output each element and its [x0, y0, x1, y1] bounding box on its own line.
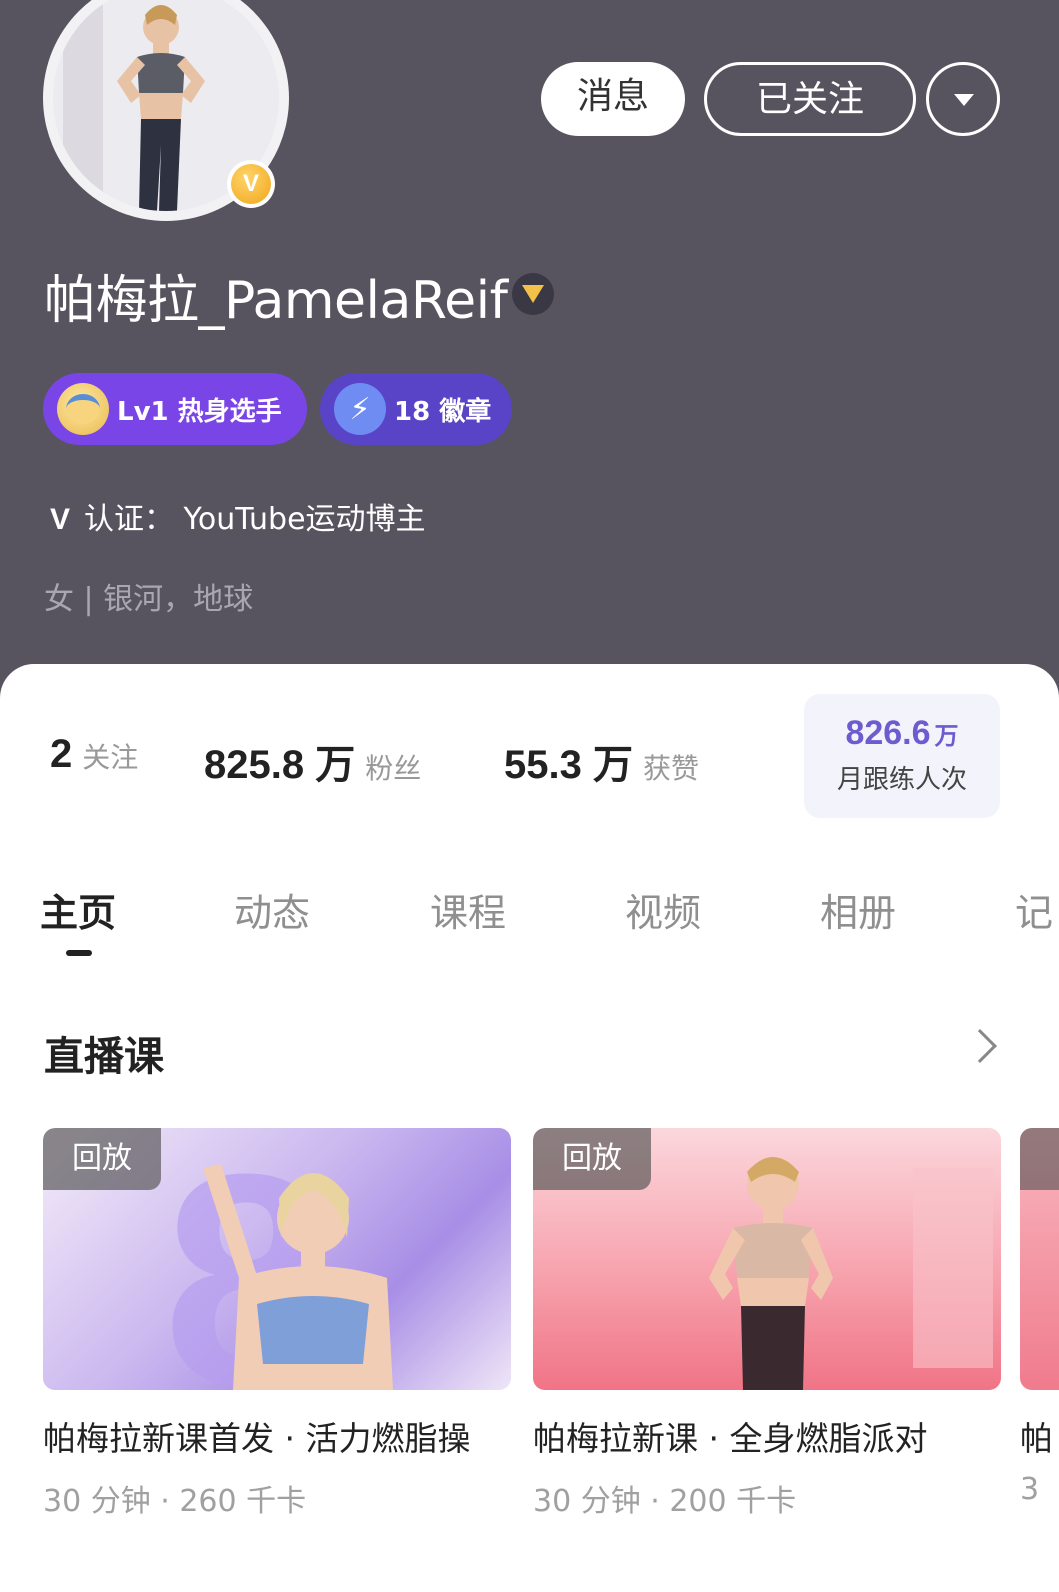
followers-label: 粉丝: [365, 752, 422, 785]
tab-home[interactable]: 主页: [40, 882, 116, 937]
live-class-card-peek[interactable]: [1020, 1128, 1059, 1390]
profile-content: 2 关注 825.8 万粉丝 55.3 万获赞 826.6 万 月跟练人次 主页 动…: [0, 664, 1059, 1592]
live-class-card[interactable]: 回放 帕梅拉新课 · 全身燃脂派对 30 分钟 · 200 千卡: [533, 1128, 1001, 1520]
card-thumbnail: 回放: [533, 1128, 1001, 1390]
following-label: 关注: [82, 741, 139, 774]
likes-stat[interactable]: 55.3 万获赞: [504, 732, 699, 790]
profile-tabs: 主页 动态 课程 视频 相册 记: [0, 882, 1059, 962]
likes-count: 55.3 万: [504, 743, 633, 787]
followers-stat[interactable]: 825.8 万粉丝: [204, 732, 421, 790]
tab-album[interactable]: 相册: [820, 882, 896, 937]
message-button[interactable]: 消息: [541, 62, 685, 136]
badges-pill-label: 18 徽章: [394, 396, 492, 427]
profile-header: V 消息 已关注 帕梅拉_PamelaReif Lv1 热身选手 ⚡ 18 徽章…: [0, 0, 1059, 700]
peek-card-title: 帕: [1020, 1419, 1053, 1458]
tab-videos[interactable]: 视频: [625, 882, 701, 937]
active-tab-indicator: [66, 950, 92, 956]
monthly-trainees-label: 月跟练人次: [836, 765, 967, 795]
replay-tag: 回放: [43, 1128, 161, 1190]
rank-badge-icon[interactable]: [512, 273, 554, 315]
lightning-icon: ⚡: [334, 383, 386, 435]
card-meta: 30 分钟 · 200 千卡: [533, 1484, 797, 1519]
tab-moments[interactable]: 动态: [234, 882, 310, 937]
level-pill-label: Lv1 热身选手: [117, 396, 282, 427]
certification-text: 认证： YouTube运动博主: [84, 502, 426, 537]
badges-pill[interactable]: ⚡ 18 徽章: [320, 373, 512, 445]
monthly-trainees-count: 826.6 万: [845, 714, 959, 752]
card-thumbnail: 8 回放: [43, 1128, 511, 1390]
card-title: 帕梅拉新课首发 · 活力燃脂操: [43, 1419, 471, 1458]
replay-tag: [1020, 1128, 1059, 1190]
tab-records[interactable]: 记: [1015, 882, 1053, 937]
verified-badge-icon: V: [227, 160, 275, 208]
tab-courses[interactable]: 课程: [430, 882, 506, 937]
level-pill[interactable]: Lv1 热身选手: [43, 373, 307, 445]
live-class-title: 直播课: [44, 1034, 164, 1080]
card-title: 帕梅拉新课 · 全身燃脂派对: [533, 1419, 928, 1458]
username: 帕梅拉_PamelaReif: [44, 271, 508, 331]
followers-count: 825.8 万: [204, 743, 356, 787]
live-class-card[interactable]: 8 回放 帕梅拉新课首发 · 活力燃脂操 30 分钟 · 260 千卡: [43, 1128, 511, 1520]
certification: V 认证： YouTube运动博主: [50, 494, 426, 538]
following-count: 2: [50, 732, 73, 776]
chevron-down-icon: [954, 94, 974, 106]
gender-location: 女 | 银河，地球: [44, 582, 254, 617]
card-meta: 30 分钟 · 260 千卡: [43, 1484, 307, 1519]
replay-tag: 回放: [533, 1128, 651, 1190]
monthly-trainees-box[interactable]: 826.6 万 月跟练人次: [804, 694, 1000, 818]
chevron-right-icon[interactable]: [963, 1029, 997, 1063]
verified-v-icon: V: [50, 503, 71, 536]
followed-button[interactable]: 已关注: [704, 62, 916, 136]
level-mascot-icon: [57, 383, 109, 435]
peek-card-meta: 3: [1020, 1472, 1040, 1507]
following-stat[interactable]: 2 关注: [50, 732, 138, 777]
more-options-button[interactable]: [926, 62, 1000, 136]
likes-label: 获赞: [642, 752, 699, 785]
